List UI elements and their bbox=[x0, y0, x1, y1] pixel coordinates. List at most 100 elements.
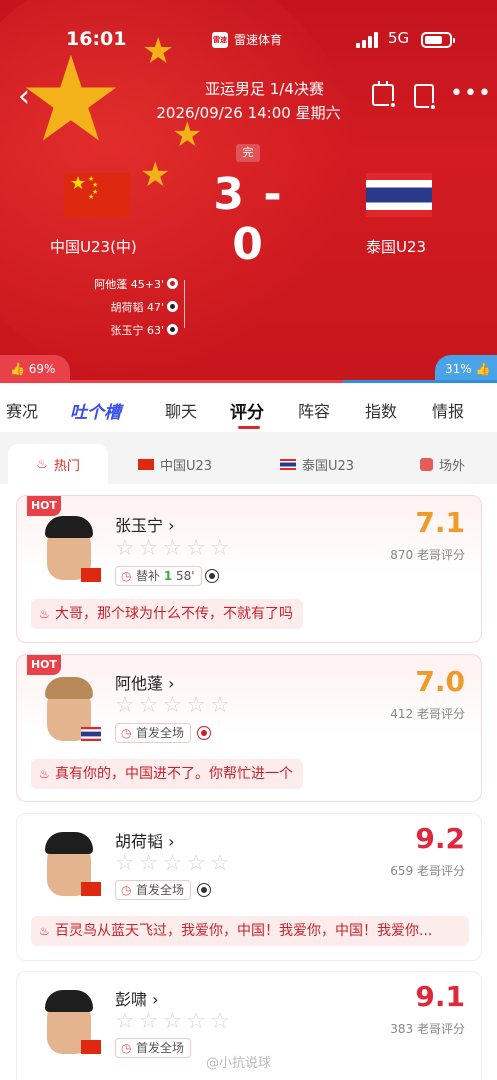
tab-lineup[interactable]: 阵容 bbox=[298, 398, 330, 422]
star-icon[interactable]: ☆ bbox=[162, 538, 182, 560]
hot-comment[interactable]: 真有你的，中国进不了。你帮忙进一个 bbox=[31, 759, 303, 789]
hot-badge: HOT bbox=[27, 496, 61, 516]
main-tabs: 赛况 吐个槽 聊天 评分 阵容 指数 情报 bbox=[0, 384, 497, 432]
home-vote-value: 69% bbox=[28, 362, 56, 376]
away-vote-button[interactable]: 31% 👍 bbox=[435, 355, 497, 383]
signal-icon bbox=[356, 32, 380, 48]
hot-comment[interactable]: 大哥，那个球为什么不传，不就有了吗 bbox=[31, 599, 303, 629]
star-icon[interactable]: ☆ bbox=[115, 538, 135, 560]
match-header: ★ ★ ★ ★ 16:01 雷速 雷速体育 5G ‹ 亚运男足 1/4决赛 20… bbox=[0, 0, 497, 383]
goal-item: 阿他蓬 45+3' bbox=[86, 272, 178, 295]
home-flag-icon[interactable]: ★ ★ ★ ★ ★ bbox=[64, 173, 130, 217]
rating-stars[interactable]: ☆ ☆ ☆ ☆ ☆ bbox=[115, 1011, 230, 1033]
status-time: 16:01 bbox=[66, 28, 127, 50]
star-icon[interactable]: ☆ bbox=[210, 1011, 230, 1033]
rating-count: 870 老哥评分 bbox=[390, 548, 465, 562]
china-flag-icon bbox=[81, 568, 101, 582]
support-vote-bar: 👍 69% 31% 👍 bbox=[0, 352, 497, 383]
away-flag-icon[interactable] bbox=[366, 173, 432, 217]
goal-text: 胡荷韬 47' bbox=[110, 300, 164, 314]
home-vote-button[interactable]: 👍 69% bbox=[0, 355, 70, 383]
app-logo-icon: 雷速 bbox=[212, 31, 228, 48]
subtab-label: 泰国U23 bbox=[302, 458, 355, 474]
tab-roast[interactable]: 吐个槽 bbox=[70, 398, 121, 423]
hot-comment[interactable]: 百灵鸟从蓝天飞过，我爱你，中国！我爱你，中国！我爱你... bbox=[31, 916, 469, 946]
fire-icon: ♨ bbox=[36, 456, 48, 472]
subtab-label: 中国U23 bbox=[160, 458, 213, 474]
goal-list: 阿他蓬 45+3' 胡荷韬 47' 张玉宁 63' bbox=[86, 272, 178, 341]
subtab-thailand[interactable]: 泰国U23 bbox=[280, 444, 354, 484]
subtab-hot[interactable]: ♨ 热门 bbox=[8, 444, 108, 484]
rating-stars[interactable]: ☆ ☆ ☆ ☆ ☆ bbox=[115, 853, 230, 875]
football-icon bbox=[167, 324, 178, 335]
goal-text: 张玉宁 63' bbox=[110, 323, 164, 337]
tab-chat[interactable]: 聊天 bbox=[165, 398, 197, 422]
role-minute: 58' bbox=[176, 569, 195, 583]
subtab-china[interactable]: 中国U23 bbox=[138, 444, 212, 484]
star-icon[interactable]: ☆ bbox=[115, 695, 135, 717]
star-icon[interactable]: ☆ bbox=[162, 853, 182, 875]
home-team-name[interactable]: 中国U23(中) bbox=[50, 236, 137, 257]
player-card[interactable]: HOT 张玉宁 › ☆☆☆☆☆ 替补 1 58' 7.1 870 老哥评分 大哥… bbox=[16, 495, 482, 643]
china-flag-icon bbox=[81, 882, 101, 896]
player-name[interactable]: 阿他蓬 › bbox=[115, 670, 175, 694]
tab-rating[interactable]: 评分 bbox=[230, 398, 264, 423]
star-icon[interactable]: ☆ bbox=[186, 1011, 206, 1033]
star-icon[interactable]: ☆ bbox=[162, 695, 182, 717]
star-icon[interactable]: ☆ bbox=[139, 1011, 159, 1033]
player-rating: 9.2 bbox=[415, 822, 465, 855]
tab-odds[interactable]: 指数 bbox=[365, 398, 397, 422]
calendar-icon[interactable] bbox=[372, 81, 397, 109]
star-icon[interactable]: ☆ bbox=[210, 695, 230, 717]
network-type: 5G bbox=[388, 29, 410, 47]
player-name[interactable]: 彭啸 › bbox=[115, 986, 159, 1010]
star-icon[interactable]: ☆ bbox=[115, 853, 135, 875]
subtab-offfield[interactable]: 场外 bbox=[420, 444, 465, 484]
football-icon bbox=[167, 301, 178, 312]
rating-count: 412 老哥评分 bbox=[390, 707, 465, 721]
tab-active-indicator bbox=[238, 426, 260, 429]
subtab-label: 场外 bbox=[439, 458, 466, 474]
player-name[interactable]: 胡荷韬 › bbox=[115, 828, 175, 852]
flag-small-star-icon: ★ bbox=[140, 155, 171, 195]
star-icon[interactable]: ☆ bbox=[139, 538, 159, 560]
thailand-flag-icon bbox=[81, 727, 101, 741]
player-card[interactable]: 胡荷韬 › ☆☆☆☆☆ 首发全场 9.2 659 老哥评分 百灵鸟从蓝天飞过，我… bbox=[16, 813, 482, 961]
star-icon[interactable]: ☆ bbox=[139, 853, 159, 875]
star-icon[interactable]: ☆ bbox=[186, 853, 206, 875]
star-icon[interactable]: ☆ bbox=[139, 695, 159, 717]
player-rating: 7.0 bbox=[415, 665, 465, 698]
penalty-ball-icon bbox=[167, 278, 178, 289]
player-role-tag: 替补 1 58' bbox=[115, 566, 202, 586]
football-icon bbox=[205, 569, 219, 583]
rating-subtabs: ♨ 热门 中国U23 泰国U23 场外 bbox=[0, 436, 497, 488]
phone-screen-icon[interactable] bbox=[414, 84, 437, 111]
player-card[interactable]: HOT 阿他蓬 › ☆☆☆☆☆ 首发全场 7.0 412 老哥评分 真有你的，中… bbox=[16, 654, 482, 802]
tab-intel[interactable]: 情报 bbox=[432, 398, 464, 422]
tab-overview[interactable]: 赛况 bbox=[6, 398, 38, 422]
star-icon[interactable]: ☆ bbox=[210, 853, 230, 875]
role-prefix: 替补 bbox=[136, 569, 161, 583]
china-flag-icon bbox=[81, 1040, 101, 1054]
star-icon[interactable]: ☆ bbox=[186, 538, 206, 560]
rating-stars[interactable]: ☆ ☆ ☆ ☆ ☆ bbox=[115, 695, 230, 717]
battery-icon bbox=[421, 32, 455, 48]
star-icon[interactable]: ☆ bbox=[162, 1011, 182, 1033]
away-vote-value: 31% bbox=[445, 362, 472, 376]
goal-text: 阿他蓬 45+3' bbox=[94, 277, 164, 291]
status-bar: 16:01 雷速 雷速体育 5G bbox=[0, 28, 497, 54]
star-icon[interactable]: ☆ bbox=[210, 538, 230, 560]
player-name[interactable]: 张玉宁 › bbox=[115, 512, 175, 536]
star-icon[interactable]: ☆ bbox=[186, 695, 206, 717]
rating-count: 383 老哥评分 bbox=[390, 1022, 465, 1036]
away-team-name[interactable]: 泰国U23 bbox=[366, 236, 426, 257]
china-flag-icon bbox=[138, 458, 154, 470]
match-status-badge: 完 bbox=[236, 144, 260, 162]
more-icon[interactable]: ••• bbox=[450, 83, 491, 108]
star-icon[interactable]: ☆ bbox=[115, 1011, 135, 1033]
watermark: @小抗说球 bbox=[206, 1056, 272, 1071]
player-role-tag: 首发全场 bbox=[115, 1038, 192, 1058]
player-rating: 9.1 bbox=[415, 980, 465, 1013]
rating-count: 659 老哥评分 bbox=[390, 864, 465, 878]
rating-stars[interactable]: ☆ ☆ ☆ ☆ ☆ bbox=[115, 538, 230, 560]
